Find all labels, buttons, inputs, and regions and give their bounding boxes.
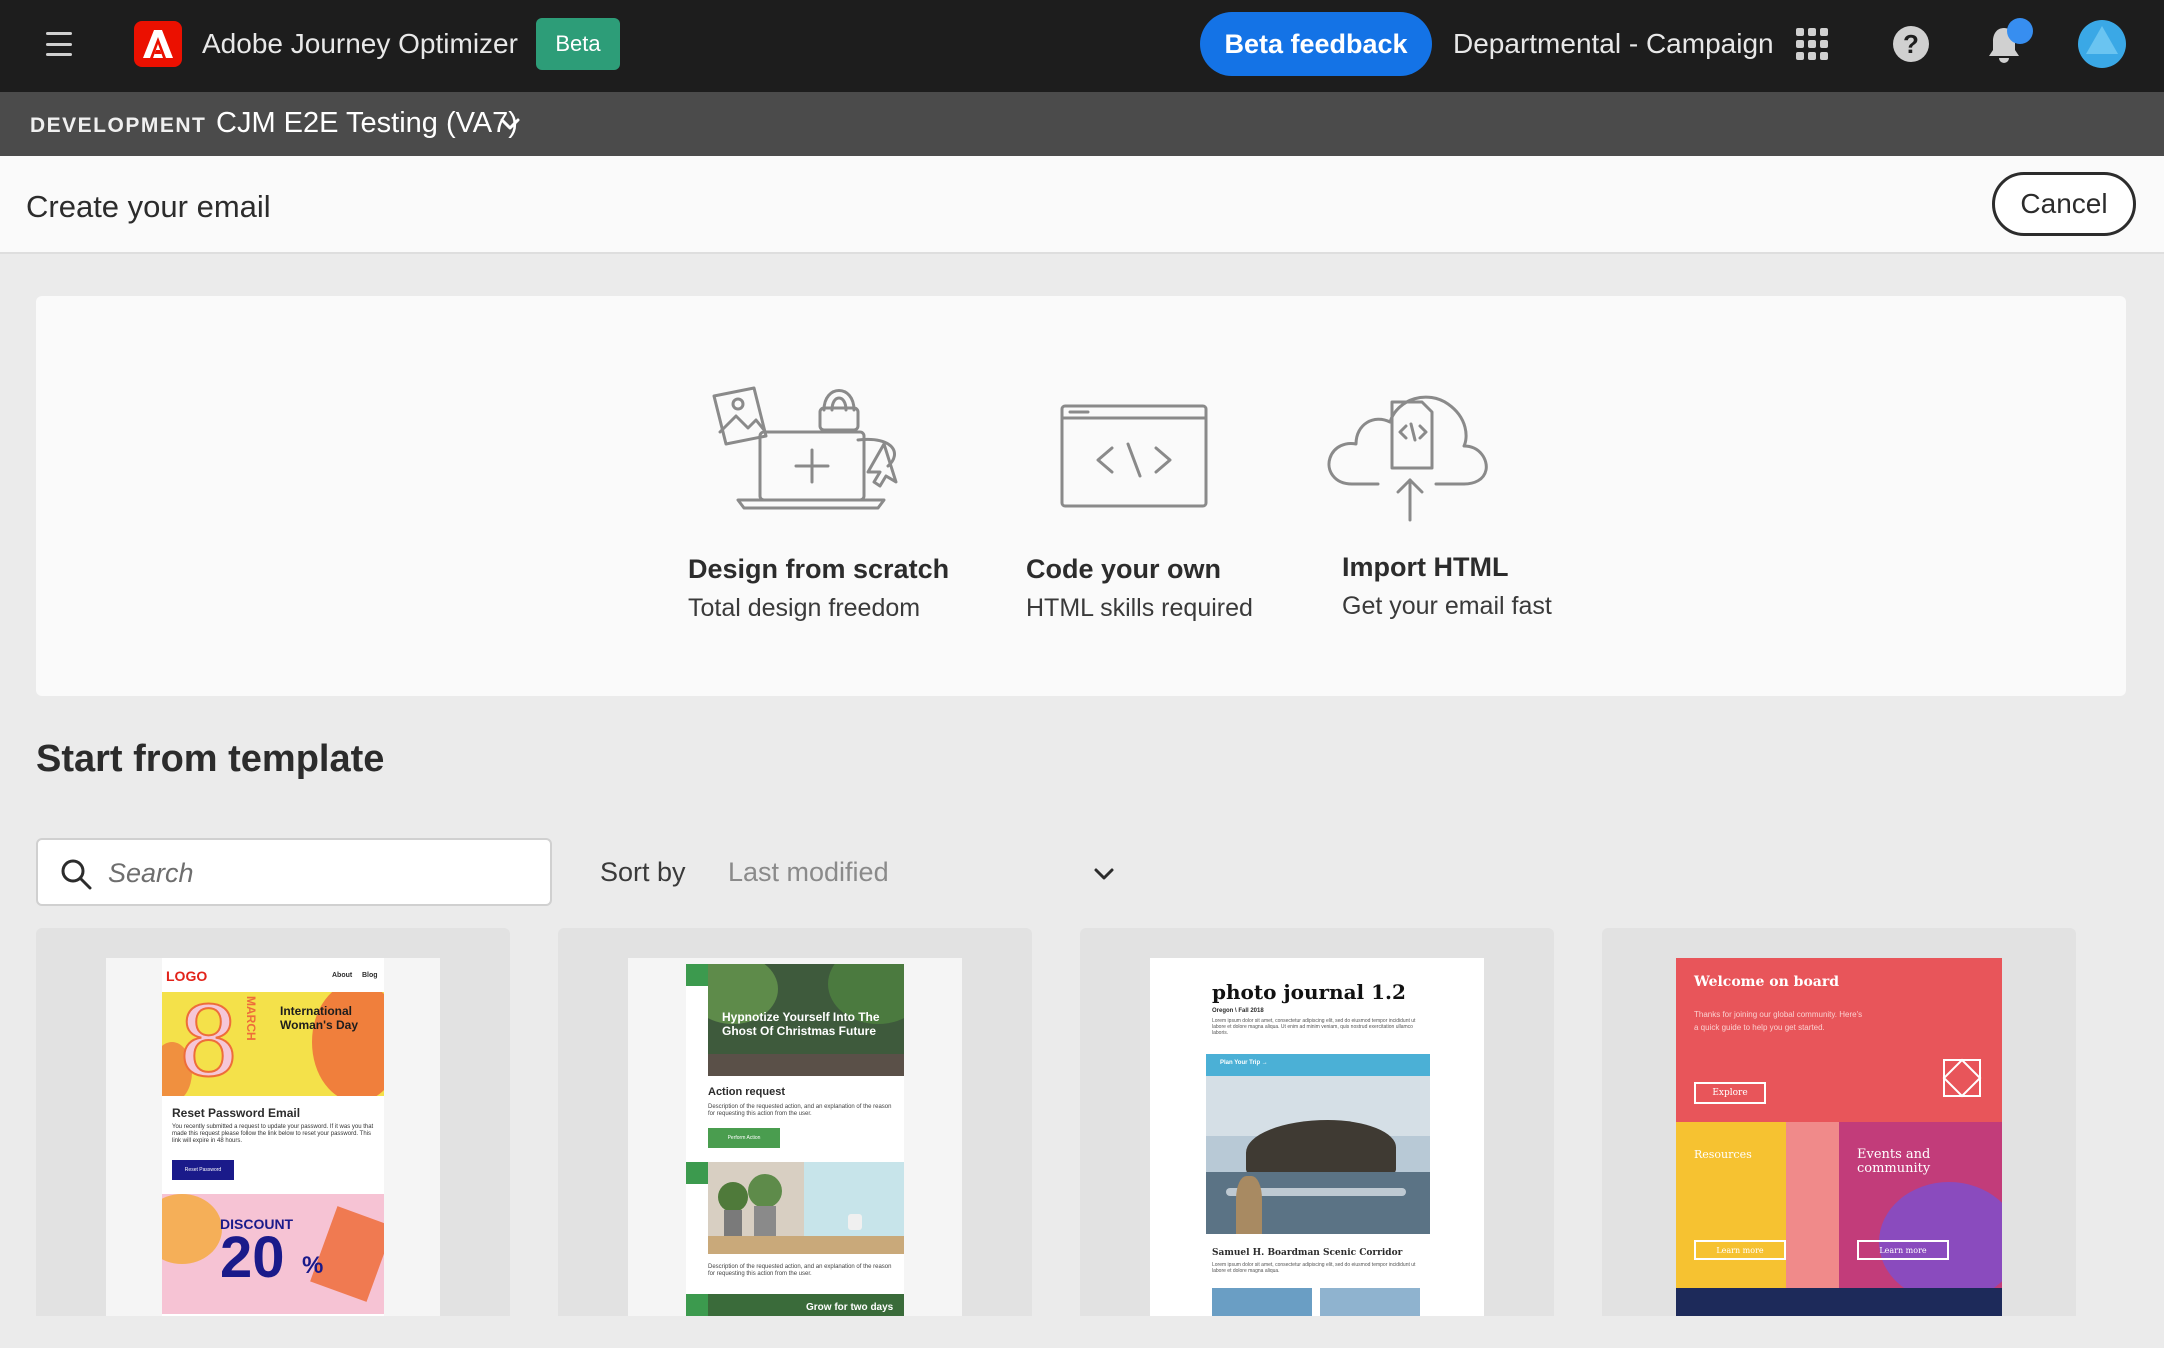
option-subtitle: Total design freedom: [688, 594, 921, 622]
sort-value: Last modified: [728, 857, 889, 887]
menu-icon[interactable]: [46, 32, 72, 56]
email-heading: Action request: [708, 1086, 786, 1098]
hero-text: Hypnotize Yourself Into The Ghost Of Chr…: [722, 1010, 880, 1038]
search-icon: [61, 859, 92, 890]
app-title[interactable]: Adobe Journey Optimizer: [202, 28, 518, 60]
search-input[interactable]: [108, 850, 528, 896]
reset-password-button: Reset Password: [172, 1160, 234, 1180]
welcome-body: Thanks for joining our global community.…: [1694, 1010, 1863, 1032]
footer-label: Grow for two days: [806, 1302, 894, 1313]
section-title: Start from template: [36, 738, 385, 780]
discount-percent: %: [302, 1252, 324, 1279]
nav-blog: Blog: [362, 972, 378, 979]
design-scratch-illustration-icon: [712, 386, 898, 510]
nav-about: About: [332, 972, 353, 979]
resources-label: Resources: [1694, 1148, 1752, 1161]
option-subtitle: HTML skills required: [1026, 594, 1253, 622]
create-options-panel: Design from scratch Total design freedom…: [36, 296, 2126, 696]
caption-body: Lorem ipsum dolor sit amet, consectetur …: [1212, 1262, 1416, 1274]
search-field[interactable]: [36, 838, 552, 906]
bar-label: Plan Your Trip →: [1220, 1060, 1268, 1066]
template-thumbnail: LOGO About Blog 8 MARCH International Wo…: [106, 958, 440, 1328]
option-subtitle: Get your email fast: [1342, 592, 1552, 620]
template-card[interactable]: photo journal 1.2 Oregon \ Fall 2018 Lor…: [1080, 928, 1554, 1328]
perform-action-button: Perform Action: [708, 1128, 780, 1148]
cancel-button[interactable]: Cancel: [1992, 172, 2136, 236]
explore-button: Explore: [1694, 1082, 1766, 1104]
welcome-title: Welcome on board: [1694, 974, 1840, 990]
import-html-option[interactable]: Import HTML Get your email fast: [1306, 296, 1552, 636]
code-window-illustration-icon: [1060, 404, 1208, 508]
apps-grid-icon[interactable]: [1796, 28, 1828, 60]
chevron-down-icon: [1094, 868, 1114, 880]
page-bottom: [0, 1316, 2164, 1348]
email-body-secondary: Description of the requested action, and…: [708, 1264, 892, 1277]
user-avatar[interactable]: [2078, 20, 2126, 68]
page-title: Create your email: [26, 189, 271, 224]
org-switcher[interactable]: Departmental - Campaign: [1453, 28, 1774, 60]
discount-value: 20: [220, 1225, 285, 1290]
learn-more-button: Learn more: [1857, 1240, 1949, 1260]
sandbox-bar: DEVELOPMENT CJM E2E Testing (VA7): [0, 92, 2164, 156]
template-thumbnail: Hypnotize Yourself Into The Ghost Of Chr…: [628, 958, 962, 1328]
journal-title: photo journal 1.2: [1212, 980, 1406, 1004]
template-card[interactable]: LOGO About Blog 8 MARCH International Wo…: [36, 928, 510, 1328]
diamond-logo-icon: [1942, 1058, 1982, 1098]
design-from-scratch-option[interactable]: Design from scratch Total design freedom: [644, 296, 949, 636]
help-icon[interactable]: ?: [1893, 26, 1929, 62]
photo-caption: Samuel H. Boardman Scenic Corridor: [1212, 1248, 1403, 1258]
events-label: Events and community: [1857, 1147, 1931, 1176]
option-title: Design from scratch: [688, 554, 950, 584]
learn-more-button: Learn more: [1694, 1240, 1786, 1260]
email-body: You recently submitted a request to upda…: [172, 1124, 374, 1144]
journal-subtitle: Oregon \ Fall 2018: [1212, 1008, 1264, 1014]
template-thumbnail: photo journal 1.2 Oregon \ Fall 2018 Lor…: [1150, 958, 1484, 1328]
email-body: Description of the requested action, and…: [708, 1104, 892, 1117]
top-navigation-bar: Adobe Journey Optimizer Beta Beta feedba…: [0, 0, 2164, 92]
code-your-own-option[interactable]: Code your own HTML skills required: [990, 296, 1253, 636]
page-header: Create your email Cancel: [0, 156, 2164, 254]
sandbox-name[interactable]: CJM E2E Testing (VA7): [216, 107, 518, 140]
template-card[interactable]: Hypnotize Yourself Into The Ghost Of Chr…: [558, 928, 1032, 1328]
hero-number: 8: [177, 992, 240, 1096]
beta-badge: Beta: [536, 18, 620, 70]
cloud-upload-illustration-icon: [1327, 395, 1488, 522]
chevron-down-icon[interactable]: [498, 112, 522, 136]
logo-text: LOGO: [166, 968, 208, 984]
adobe-logo-icon[interactable]: [134, 21, 182, 67]
option-title: Import HTML: [1342, 552, 1509, 582]
hero-month: MARCH: [244, 996, 258, 1041]
hero-text: International Woman's Day: [280, 1004, 358, 1032]
template-card[interactable]: Welcome on board Thanks for joining our …: [1602, 928, 2076, 1328]
journal-body: Lorem ipsum dolor sit amet, consectetur …: [1212, 1018, 1416, 1036]
option-title: Code your own: [1026, 554, 1221, 584]
notification-badge: [2007, 18, 2033, 44]
template-thumbnail: Welcome on board Thanks for joining our …: [1676, 958, 2002, 1328]
email-heading: Reset Password Email: [172, 1106, 301, 1120]
environment-label: DEVELOPMENT: [30, 114, 207, 137]
beta-feedback-button[interactable]: Beta feedback: [1200, 12, 1432, 76]
sort-dropdown[interactable]: Last modified: [726, 842, 1122, 902]
sort-label: Sort by: [600, 857, 686, 887]
